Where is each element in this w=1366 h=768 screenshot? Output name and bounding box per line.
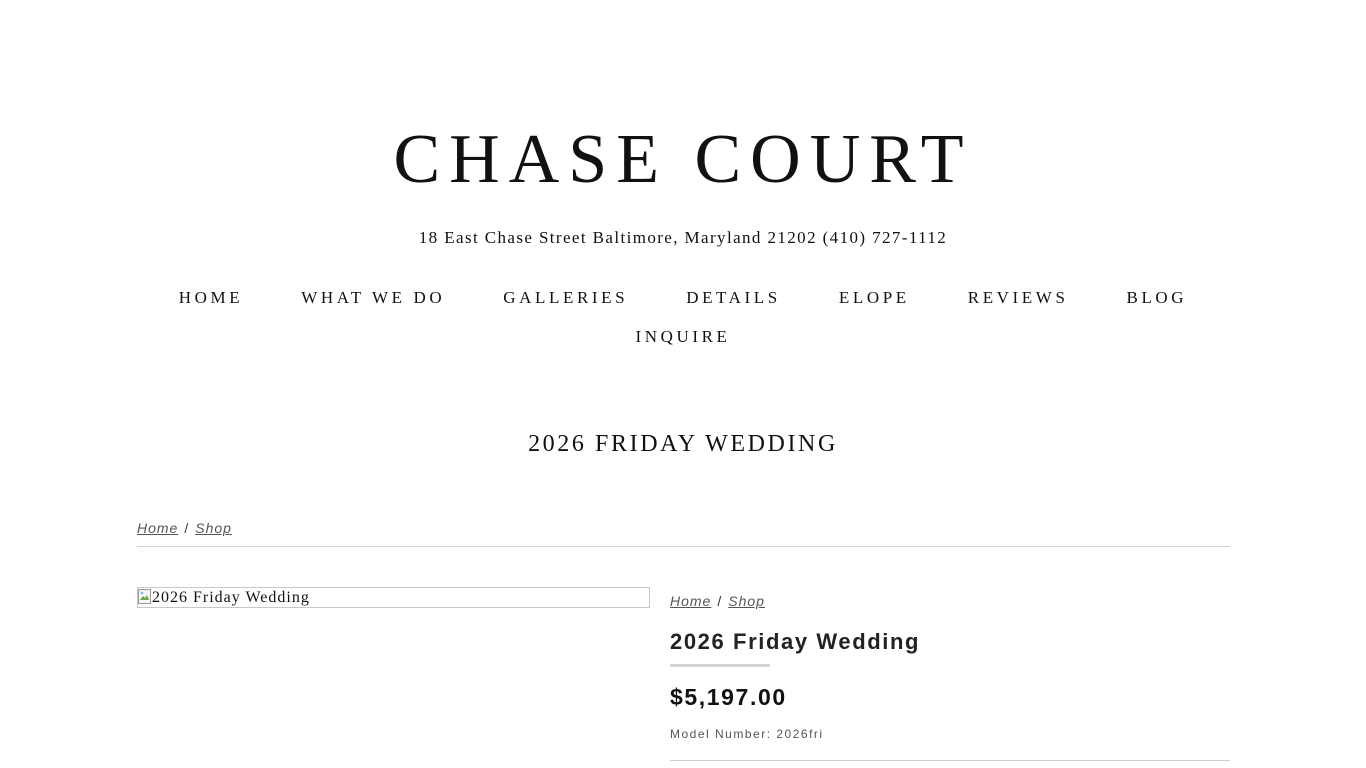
model-number-label: Model Number: (670, 727, 772, 741)
divider (137, 546, 1230, 547)
nav-item-what-we-do[interactable]: WHAT WE DO (301, 278, 445, 317)
site-title[interactable]: CHASE COURT (0, 118, 1366, 202)
product-title: 2026 Friday Wedding (670, 629, 921, 654)
nav-item-blog[interactable]: BLOG (1127, 278, 1188, 317)
breadcrumb-shop-link[interactable]: Shop (195, 520, 232, 536)
breadcrumb: Home / Shop (137, 519, 232, 537)
product-image[interactable]: 2026 Friday Wedding (137, 587, 650, 608)
page-title: 2026 FRIDAY WEDDING (528, 431, 838, 457)
model-number-value: 2026fri (776, 727, 824, 741)
breadcrumb-home-link[interactable]: Home (137, 520, 178, 536)
nav-item-reviews[interactable]: REVIEWS (968, 278, 1069, 317)
site-address: 18 East Chase Street Baltimore, Maryland… (418, 228, 948, 247)
model-number: Model Number: 2026fri (670, 726, 824, 742)
product-image-alt-text: 2026 Friday Wedding (152, 589, 310, 606)
nav-item-galleries[interactable]: GALLERIES (503, 278, 628, 317)
nav-item-elope[interactable]: ELOPE (839, 278, 910, 317)
nav-item-home[interactable]: HOME (179, 278, 243, 317)
breadcrumb-shop-link[interactable]: Shop (728, 593, 765, 609)
nav-item-inquire[interactable]: INQUIRE (635, 317, 730, 356)
nav-item-details[interactable]: DETAILS (686, 278, 781, 317)
divider (670, 760, 1230, 761)
broken-image-icon (138, 589, 151, 604)
title-underline (670, 664, 770, 667)
breadcrumb-separator: / (717, 593, 723, 609)
breadcrumb-home-link[interactable]: Home (670, 593, 711, 609)
main-navigation: HOME WHAT WE DO GALLERIES DETAILS ELOPE REVIE… (140, 278, 1226, 356)
product-price: $5,197.00 (670, 684, 787, 710)
breadcrumb-separator: / (184, 520, 190, 536)
product-breadcrumb: Home / Shop (670, 592, 765, 610)
